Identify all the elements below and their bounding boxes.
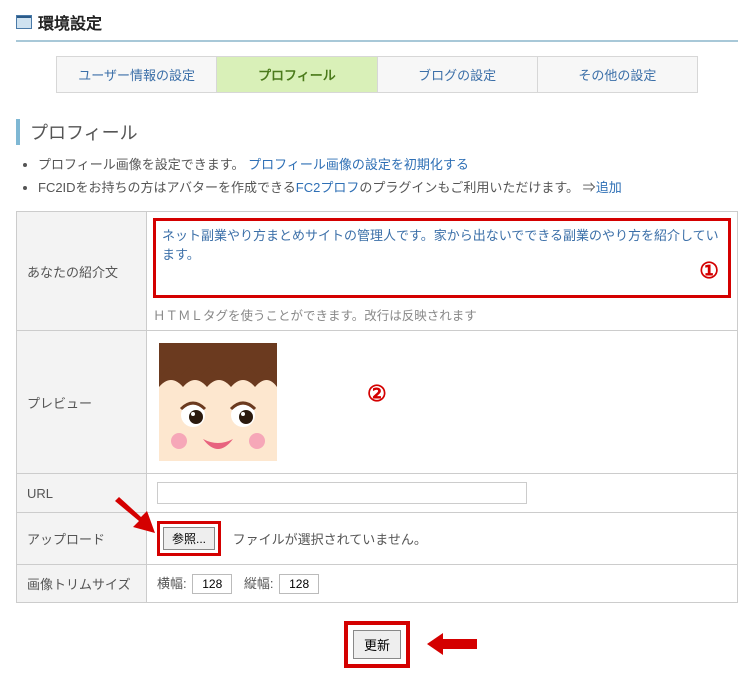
section-title: プロフィール xyxy=(16,119,738,145)
submit-row: 更新 xyxy=(16,621,738,668)
trim-height-label: 縦幅: xyxy=(244,576,274,591)
bullet-2-mid: のプラグインもご利用いただけます。 xyxy=(359,180,579,195)
tab-blog-settings[interactable]: ブログの設定 xyxy=(378,57,538,92)
tab-bar: ユーザー情報の設定 プロフィール ブログの設定 その他の設定 xyxy=(56,56,698,93)
annotation-badge-1: ① xyxy=(699,258,719,284)
trim-size-label: 画像トリムサイズ xyxy=(17,565,147,603)
page-title: 環境設定 xyxy=(38,10,102,34)
arrow-icon: ⇒ xyxy=(583,180,596,195)
upload-label: アップロード xyxy=(17,513,147,565)
annotation-badge-2: ② xyxy=(367,381,387,407)
tab-profile[interactable]: プロフィール xyxy=(217,57,377,92)
preview-label: プレビュー xyxy=(17,331,147,474)
upload-status-text: ファイルが選択されていません。 xyxy=(233,532,427,547)
bullet-2-pre: FC2IDをお持ちの方はアバターを作成できる xyxy=(38,180,296,195)
browse-button[interactable]: 参照... xyxy=(163,527,215,550)
trim-height-input[interactable] xyxy=(279,574,319,594)
avatar-preview-image xyxy=(159,343,277,461)
add-plugin-link[interactable]: 追加 xyxy=(596,180,622,195)
browse-button-highlight: 参照... xyxy=(157,521,221,556)
bullet-1-text: プロフィール画像を設定できます。 xyxy=(38,157,244,172)
fc2-prof-link[interactable]: FC2プロフ xyxy=(296,180,360,195)
url-input[interactable] xyxy=(157,482,527,504)
tab-other-settings[interactable]: その他の設定 xyxy=(538,57,697,92)
intro-textarea[interactable] xyxy=(153,218,731,298)
trim-width-label: 横幅: xyxy=(157,576,187,591)
bullet-2: FC2IDをお持ちの方はアバターを作成できるFC2プロフのプラグインもご利用いた… xyxy=(38,178,738,198)
info-bullets: プロフィール画像を設定できます。 プロフィール画像の設定を初期化する FC2ID… xyxy=(16,155,738,197)
annotation-arrow-icon xyxy=(427,631,477,657)
intro-help-text: ＨＴＭＬタグを使うことができます。改行は反映されます xyxy=(153,305,731,324)
intro-label: あなたの紹介文 xyxy=(17,212,147,331)
reset-profile-image-link[interactable]: プロフィール画像の設定を初期化する xyxy=(248,157,469,172)
bullet-1: プロフィール画像を設定できます。 プロフィール画像の設定を初期化する xyxy=(38,155,738,175)
submit-button[interactable]: 更新 xyxy=(353,630,401,659)
trim-width-input[interactable] xyxy=(192,574,232,594)
tab-user-settings[interactable]: ユーザー情報の設定 xyxy=(57,57,217,92)
submit-button-highlight: 更新 xyxy=(344,621,410,668)
settings-icon xyxy=(16,15,32,29)
page-header: 環境設定 xyxy=(16,10,738,42)
profile-form-table: あなたの紹介文 ① ＨＴＭＬタグを使うことができます。改行は反映されます プレビ… xyxy=(16,211,738,603)
upload-label-text: アップロード xyxy=(27,532,105,547)
